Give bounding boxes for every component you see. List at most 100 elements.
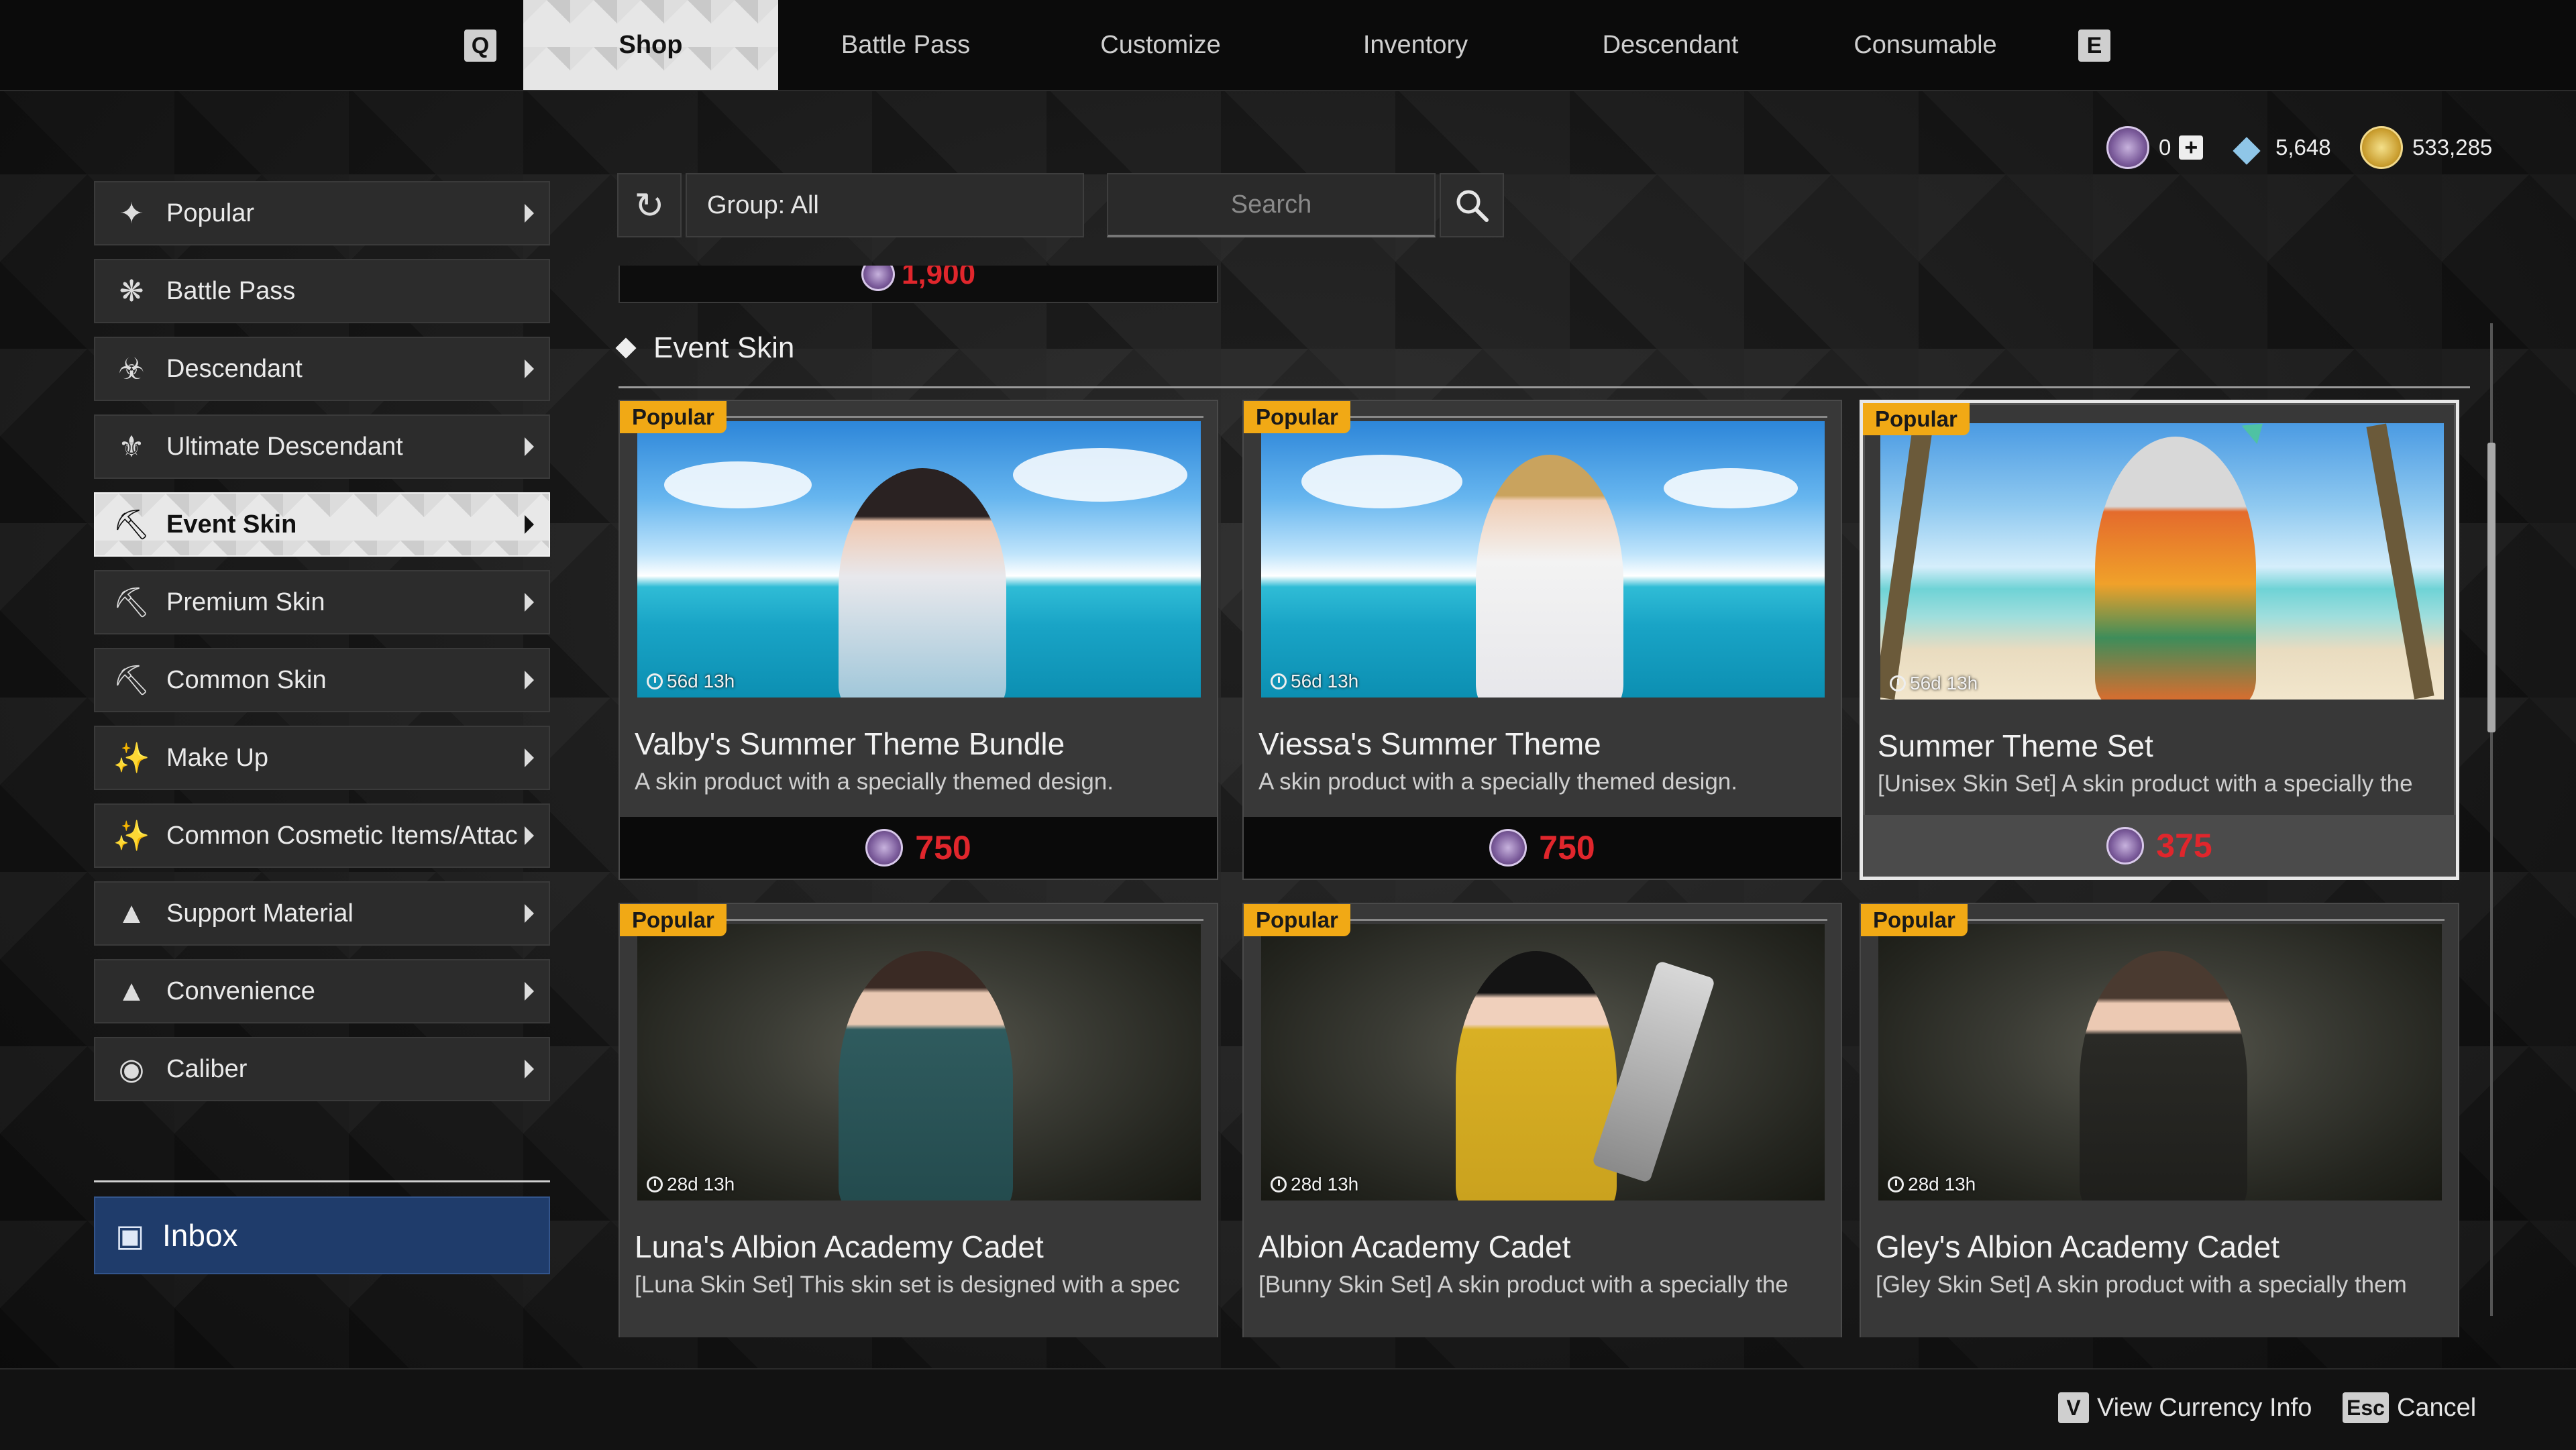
hint-label: Cancel bbox=[2396, 1393, 2477, 1422]
character-figure bbox=[1476, 455, 1623, 698]
top-nav: Q Shop Battle Pass Customize Inventory D… bbox=[0, 0, 2576, 91]
add-caliber-button[interactable]: + bbox=[2179, 135, 2204, 160]
sidebar-item-event-skin[interactable]: ⛏ Event Skin bbox=[94, 492, 550, 557]
group-filter-dropdown[interactable]: Group: All bbox=[686, 173, 1084, 237]
character-figure bbox=[1456, 951, 1617, 1201]
product-card-gley-academy[interactable]: Popular 28d 13h Gley's Albion Academy Ca… bbox=[1860, 903, 2459, 1337]
tab-shop[interactable]: Shop bbox=[523, 0, 778, 90]
tab-battle-pass[interactable]: Battle Pass bbox=[778, 0, 1033, 90]
sidebar-item-convenience[interactable]: ▲ Convenience bbox=[94, 959, 550, 1023]
tab-customize[interactable]: Customize bbox=[1033, 0, 1288, 90]
product-title: Valby's Summer Theme Bundle bbox=[635, 726, 1065, 761]
sidebar-item-common-cosmetic[interactable]: ✨ Common Cosmetic Items/Attac bbox=[94, 803, 550, 868]
tab-descendant[interactable]: Descendant bbox=[1543, 0, 1798, 90]
cosmetic-wand-icon: ✨ bbox=[113, 820, 150, 852]
chevron-right-icon bbox=[525, 1060, 534, 1078]
gold-coin-icon bbox=[2360, 126, 2403, 169]
prev-tab-key[interactable]: Q bbox=[464, 30, 496, 62]
sale-timer: 28d 13h bbox=[647, 1174, 735, 1195]
section-header: Event Skin bbox=[615, 331, 794, 365]
product-description: [Unisex Skin Set] A skin product with a … bbox=[1878, 771, 2413, 797]
chevron-right-icon bbox=[525, 748, 534, 767]
timer-label: 28d 13h bbox=[1291, 1174, 1359, 1194]
tab-consumable[interactable]: Consumable bbox=[1798, 0, 2053, 90]
inbox-icon: ▣ bbox=[115, 1218, 145, 1253]
tab-inventory[interactable]: Inventory bbox=[1288, 0, 1543, 90]
sidebar-item-popular[interactable]: ✦ Popular bbox=[94, 181, 550, 245]
shirt-icon: ⛏ bbox=[113, 508, 150, 541]
previous-row-price-bar: 1,900 bbox=[619, 266, 1218, 303]
search-button[interactable] bbox=[1440, 173, 1504, 237]
cloud-shape bbox=[1301, 455, 1462, 508]
character-figure bbox=[839, 468, 1006, 698]
convenience-icon: ▲ bbox=[117, 974, 146, 1007]
caliber-icon: ◉ bbox=[118, 1052, 145, 1086]
cloud-shape bbox=[1664, 468, 1798, 508]
stars-icon: ✦ bbox=[119, 197, 144, 230]
section-divider bbox=[619, 386, 2470, 388]
chevron-right-icon bbox=[525, 437, 534, 456]
caliber-amount: 0 bbox=[2159, 135, 2171, 160]
search-input[interactable] bbox=[1107, 173, 1436, 237]
sidebar-item-label: Common Cosmetic Items/Attac bbox=[166, 821, 518, 850]
product-card-luna-academy[interactable]: Popular 28d 13h Luna's Albion Academy Ca… bbox=[619, 903, 1218, 1337]
inbox-button[interactable]: ▣ Inbox bbox=[94, 1196, 550, 1274]
product-card-bunny-academy[interactable]: Popular 28d 13h Albion Academy Cadet [Bu… bbox=[1242, 903, 1842, 1337]
product-card-summer-theme-set[interactable]: Popular 56d 13h Summer Theme Set [Unisex… bbox=[1860, 400, 2459, 880]
sidebar-item-caliber[interactable]: ◉ Caliber bbox=[94, 1037, 550, 1101]
chevron-right-icon bbox=[525, 515, 534, 534]
cancel-button[interactable]: Esc Cancel bbox=[2343, 1392, 2476, 1423]
sidebar-item-label: Premium Skin bbox=[166, 588, 325, 616]
gold-amount: 533,285 bbox=[2412, 135, 2493, 160]
sidebar-item-label: Common Skin bbox=[166, 665, 327, 694]
caliber-coin-icon bbox=[1489, 829, 1527, 867]
cloud-shape bbox=[1013, 448, 1187, 502]
sidebar-item-label: Make Up bbox=[166, 743, 269, 772]
caliber-coin-icon bbox=[2106, 827, 2145, 865]
timer-label: 28d 13h bbox=[667, 1174, 735, 1194]
product-image: 56d 13h bbox=[1261, 421, 1825, 698]
timer-label: 56d 13h bbox=[1291, 671, 1359, 691]
clock-icon bbox=[647, 673, 663, 689]
refresh-icon: ↻ bbox=[634, 185, 665, 226]
sidebar-item-support-material[interactable]: ▲ Support Material bbox=[94, 881, 550, 946]
price-label: 750 bbox=[1539, 829, 1595, 867]
product-title: Summer Theme Set bbox=[1878, 728, 2153, 763]
sidebar-item-battle-pass[interactable]: ❋ Battle Pass bbox=[94, 259, 550, 323]
kuiper-shard-icon: ◆ bbox=[2233, 127, 2261, 168]
caliber-coin-icon bbox=[861, 266, 895, 291]
sidebar-item-label: Event Skin bbox=[166, 510, 297, 539]
timer-label: 56d 13h bbox=[667, 671, 735, 691]
popular-badge: Popular bbox=[1863, 403, 1970, 435]
product-description: [Bunny Skin Set] A skin product with a s… bbox=[1258, 1272, 1788, 1298]
descendant-icon: ☣ bbox=[118, 352, 145, 386]
refresh-button[interactable]: ↻ bbox=[617, 173, 682, 237]
clock-icon bbox=[1271, 673, 1287, 689]
view-currency-info-button[interactable]: V View Currency Info bbox=[2058, 1392, 2312, 1423]
price-label: 375 bbox=[2156, 827, 2212, 865]
sidebar-item-label: Popular bbox=[166, 199, 254, 227]
price-bar: 750 bbox=[620, 817, 1217, 879]
inbox-label: Inbox bbox=[162, 1218, 238, 1253]
kuiper-currency: ◆ 5,648 bbox=[2227, 127, 2331, 168]
sidebar-item-label: Ultimate Descendant bbox=[166, 432, 403, 461]
sidebar-item-descendant[interactable]: ☣ Descendant bbox=[94, 337, 550, 401]
gold-currency: 533,285 bbox=[2360, 126, 2493, 169]
character-figure bbox=[2080, 951, 2247, 1201]
scrollbar-thumb[interactable] bbox=[2487, 443, 2496, 732]
popular-badge: Popular bbox=[1244, 401, 1350, 433]
chevron-right-icon bbox=[525, 359, 534, 378]
sidebar-item-premium-skin[interactable]: ⛏ Premium Skin bbox=[94, 570, 550, 634]
clock-icon bbox=[1890, 675, 1906, 691]
kuiper-amount: 5,648 bbox=[2275, 135, 2331, 160]
next-tab-key[interactable]: E bbox=[2078, 30, 2110, 62]
chevron-right-icon bbox=[525, 904, 534, 923]
cloud-shape bbox=[664, 461, 812, 508]
sidebar-item-make-up[interactable]: ✨ Make Up bbox=[94, 726, 550, 790]
clock-icon bbox=[647, 1176, 663, 1192]
product-card-valby-summer[interactable]: Popular 56d 13h Valby's Summer Theme Bun… bbox=[619, 400, 1218, 880]
sidebar-item-ultimate-descendant[interactable]: ⚜ Ultimate Descendant bbox=[94, 414, 550, 479]
makeup-brush-icon: ✨ bbox=[113, 742, 150, 775]
product-card-viessa-summer[interactable]: Popular 56d 13h Viessa's Summer Theme A … bbox=[1242, 400, 1842, 880]
sidebar-item-common-skin[interactable]: ⛏ Common Skin bbox=[94, 648, 550, 712]
